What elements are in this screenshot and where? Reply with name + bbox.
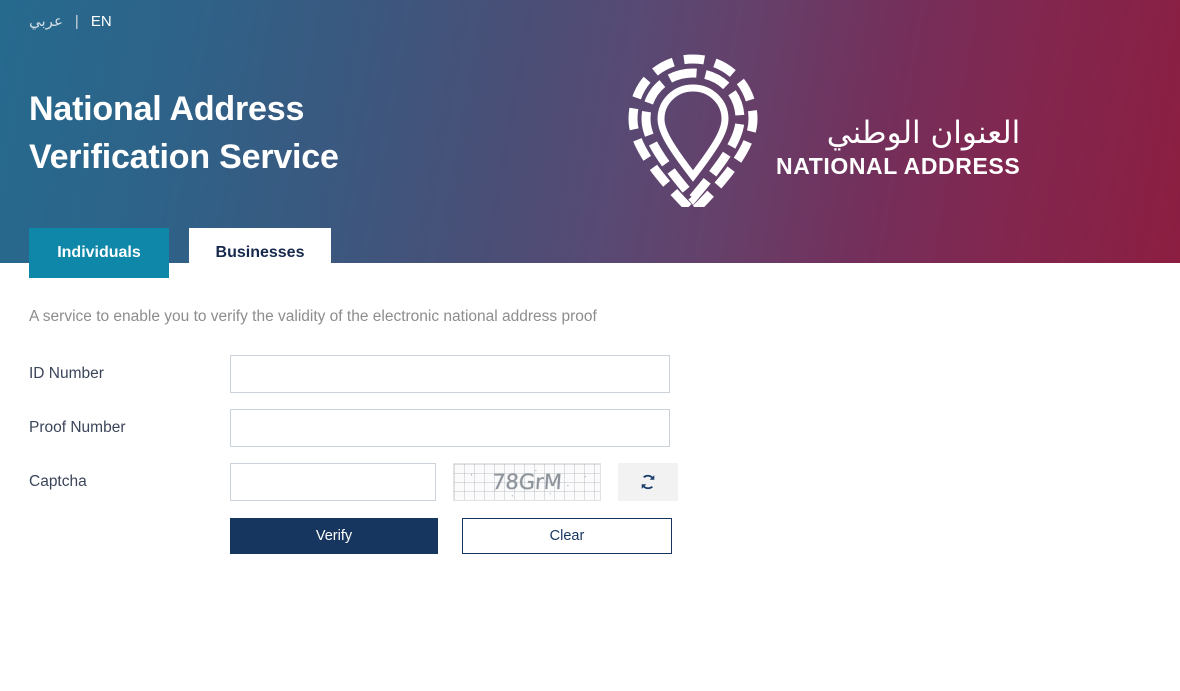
main-content: A service to enable you to verify the va…	[0, 263, 1180, 691]
language-switcher: عربي | EN	[29, 12, 112, 32]
verify-button[interactable]: Verify	[230, 518, 438, 554]
form-row-proof-number: Proof Number	[29, 408, 729, 448]
service-description: A service to enable you to verify the va…	[29, 308, 597, 325]
captcha-input[interactable]	[230, 463, 436, 501]
proof-number-label: Proof Number	[29, 419, 126, 436]
language-option-english[interactable]: EN	[91, 12, 112, 32]
page-header: عربي | EN National Address Verification …	[0, 0, 1180, 278]
page-title-line-1: National Address	[29, 89, 305, 128]
captcha-image: 78GrM	[453, 463, 601, 501]
proof-number-input[interactable]	[230, 409, 670, 447]
page-title-line-2: Verification Service	[29, 137, 339, 176]
verification-form: ID Number Proof Number Captcha 78GrM Ver…	[29, 354, 729, 554]
brand-logo-arabic: العنوان الوطني	[826, 114, 1021, 151]
form-actions: Verify Clear	[230, 518, 729, 554]
brand-logo-text: العنوان الوطني NATIONAL ADDRESS	[776, 80, 1020, 180]
tab-businesses[interactable]: Businesses	[189, 228, 331, 278]
id-number-input[interactable]	[230, 355, 670, 393]
refresh-icon	[641, 474, 655, 490]
clear-button[interactable]: Clear	[462, 518, 672, 554]
id-number-label: ID Number	[29, 365, 104, 382]
brand-logo: العنوان الوطني NATIONAL ADDRESS	[628, 52, 1020, 207]
captcha-refresh-button[interactable]	[618, 463, 678, 501]
form-row-id-number: ID Number	[29, 354, 729, 394]
captcha-challenge-text: 78GrM	[491, 470, 563, 494]
language-option-arabic[interactable]: عربي	[29, 12, 75, 32]
tab-individuals[interactable]: Individuals	[29, 228, 169, 278]
form-row-captcha: Captcha 78GrM	[29, 462, 729, 502]
captcha-label: Captcha	[29, 473, 87, 490]
national-address-pin-logo-icon	[628, 54, 758, 207]
page-title: National Address Verification Service	[29, 85, 339, 181]
captcha-group: 78GrM	[230, 463, 678, 501]
language-separator: |	[74, 13, 79, 30]
brand-logo-english: NATIONAL ADDRESS	[776, 152, 1021, 179]
tab-bar: Individuals Businesses	[29, 228, 331, 278]
